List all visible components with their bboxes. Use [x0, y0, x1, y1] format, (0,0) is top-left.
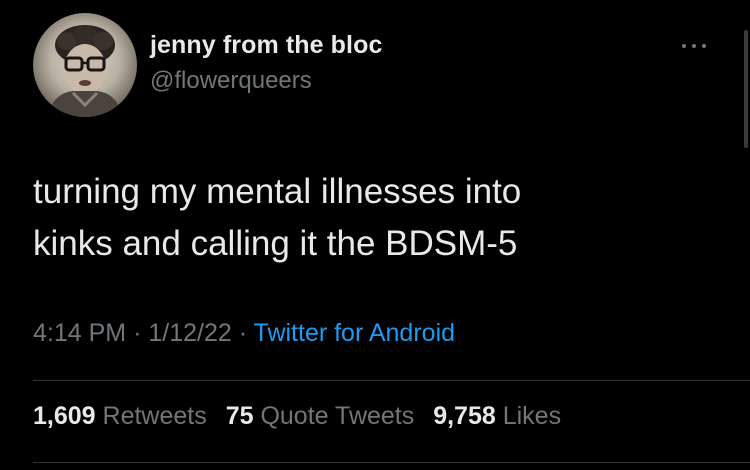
user-handle[interactable]: @flowerqueers — [150, 67, 312, 95]
tweet-text: turning my mental illnesses into kinks a… — [33, 166, 723, 270]
likes-stat[interactable]: 9,758 Likes — [433, 402, 561, 430]
retweets-stat[interactable]: 1,609 Retweets — [33, 402, 207, 430]
tweet-stats: 1,609 Retweets 75 Quote Tweets 9,758 Lik… — [33, 402, 573, 431]
separator: · — [133, 319, 142, 347]
tweet-date[interactable]: 1/12/22 — [148, 319, 231, 347]
tweet-source-link[interactable]: Twitter for Android — [254, 319, 455, 347]
quote-tweets-stat[interactable]: 75 Quote Tweets — [226, 402, 415, 430]
retweets-label: Retweets — [102, 402, 207, 430]
likes-label: Likes — [502, 402, 562, 430]
likes-count: 9,758 — [433, 402, 496, 430]
scrollbar[interactable] — [744, 30, 748, 148]
tweet-metadata: 4:14 PM · 1/12/22 · Twitter for Android — [33, 319, 455, 348]
tweet-text-line: turning my mental illnesses into — [33, 172, 522, 211]
more-options-icon[interactable] — [676, 38, 712, 54]
divider — [33, 380, 750, 381]
avatar[interactable] — [33, 13, 137, 117]
tweet-time[interactable]: 4:14 PM — [33, 319, 126, 347]
avatar-image — [47, 25, 123, 117]
divider — [33, 462, 750, 463]
tweet: jenny from the bloc @flowerqueers turnin… — [0, 0, 750, 470]
quote-tweets-label: Quote Tweets — [260, 402, 415, 430]
retweets-count: 1,609 — [33, 402, 96, 430]
separator: · — [238, 319, 248, 347]
tweet-text-line: kinks and calling it the BDSM-5 — [33, 224, 518, 263]
quote-tweets-count: 75 — [225, 402, 254, 430]
display-name[interactable]: jenny from the bloc — [150, 31, 382, 60]
